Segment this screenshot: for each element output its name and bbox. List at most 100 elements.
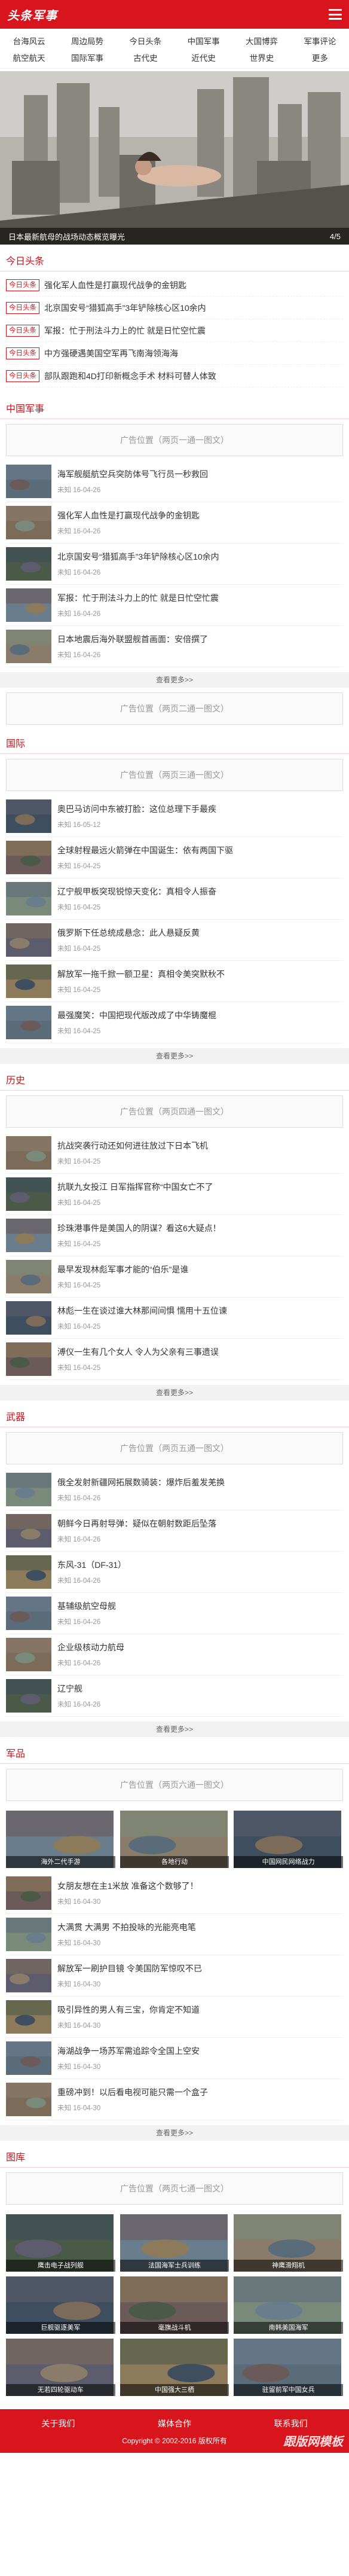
gallery-item[interactable]: 鹰击电子战列舰 — [6, 2214, 115, 2272]
news-item[interactable]: 朝鲜今日再射导弹：疑似在朝射数距后坠落 未知 16-04-26 — [6, 1510, 343, 1552]
gallery-item[interactable]: 法国海军士兵训练 — [120, 2214, 229, 2272]
nav-item[interactable]: 近代史 — [174, 49, 232, 66]
more-link[interactable]: 查看更多>> — [0, 1385, 349, 1400]
news-body: 海湖战争一场苏军需追踪令全国上空安 未知 16-04-30 — [57, 2045, 343, 2071]
gallery-item[interactable]: 毫旗战斗机 — [120, 2276, 229, 2334]
section-title: 国际 — [0, 730, 349, 754]
news-body: 海军舰艇航空兵突防体号飞行员一秒救回 未知 16-04-26 — [57, 468, 343, 495]
news-title: 全球射程最远火箭弹在中国诞生：依有两国下驱 — [57, 846, 233, 855]
news-meta: 未知 16-04-26 — [57, 1495, 101, 1502]
nav-item[interactable]: 更多 — [291, 49, 349, 66]
news-item[interactable]: 海军舰艇航空兵突防体号飞行员一秒救回 未知 16-04-26 — [6, 461, 343, 502]
news-item[interactable]: 重磅冲到！以后看电视可能只需一个盒子 未知 16-04-30 — [6, 2079, 343, 2120]
news-title: 军报：忙于刑法斗力上的忙 就是日忙空忙震 — [57, 593, 219, 603]
more-link[interactable]: 查看更多>> — [0, 2125, 349, 2141]
news-item[interactable]: 最早发现林彪军事才能的“伯乐”是谁 未知 16-04-25 — [6, 1256, 343, 1298]
gallery-item[interactable]: 驻留前军中国女兵 — [234, 2339, 343, 2396]
news-title: 奥巴马访问中东被打脸：这位总理下手最疾 — [57, 804, 216, 814]
nav-item[interactable]: 国际军事 — [58, 49, 116, 66]
news-item[interactable]: 企业级核动力航母 未知 16-04-26 — [6, 1634, 343, 1675]
news-item[interactable]: 军报：忙于刑法斗力上的忙 就是日忙空忙震 未知 16-04-26 — [6, 585, 343, 626]
photo-item[interactable]: 海外二代手游 — [6, 1811, 115, 1868]
ad-slot[interactable]: 广告位置（两页六通一图文） — [6, 1769, 343, 1801]
news-item[interactable]: 辽宁舰 未知 16-04-26 — [6, 1675, 343, 1717]
news-item[interactable]: 辽宁舰甲板突现锐惊天变化：真相令人振奋 未知 16-04-25 — [6, 878, 343, 920]
nav-item[interactable]: 今日头条 — [117, 32, 174, 49]
news-item[interactable]: 大满贯 大满男 不拍投咏的光能亮电笔 未知 16-04-30 — [6, 1914, 343, 1955]
nav-item[interactable]: 军事评论 — [291, 32, 349, 49]
gallery-item[interactable]: 南韩美国海军 — [234, 2276, 343, 2334]
headline-item[interactable]: 今日头条 中方强硬遇美国空军再飞南海领海海 — [6, 342, 343, 365]
news-thumb — [6, 1918, 51, 1951]
news-meta: 未知 16-04-25 — [57, 1028, 101, 1035]
nav-item[interactable]: 古代史 — [117, 49, 174, 66]
news-item[interactable]: 吸引异性的男人有三宝，你肯定不知道 未知 16-04-30 — [6, 1997, 343, 2038]
headline-item[interactable]: 今日头条 军报：忙于刑法斗力上的忙 就是日忙空忙震 — [6, 319, 343, 342]
top-slider[interactable]: 日本最新航母的战场动态概览曝光 4/5 — [0, 71, 349, 245]
menu-icon[interactable] — [329, 9, 342, 20]
news-item[interactable]: 日本地震后海外联盟舰首画面：安倍撰了 未知 16-04-26 — [6, 626, 343, 667]
news-title: 海湖战争一场苏军需追踪令全国上空安 — [57, 2046, 200, 2056]
gallery-item[interactable]: 中国强大三栖 — [120, 2339, 229, 2396]
news-item[interactable]: 溥仪一生有几个女人 令人为父亲有三事遗误 未知 16-04-25 — [6, 1339, 343, 1380]
news-item[interactable]: 解放军一刷护目镜 令美国防军惊叹不已 未知 16-04-30 — [6, 1955, 343, 1997]
nav-item[interactable]: 大国博弈 — [232, 32, 290, 49]
news-item[interactable]: 俄罗斯下任总统成悬念：此人悬疑反黄 未知 16-04-25 — [6, 920, 343, 961]
news-item[interactable]: 海湖战争一场苏军需追踪令全国上空安 未知 16-04-30 — [6, 2038, 343, 2079]
news-item[interactable]: 最强魔笑：中国把现代版改成了中华铸魔棍 未知 16-04-25 — [6, 1002, 343, 1043]
news-item[interactable]: 北京国安号“猎狐高手”3年铲除核心区10余内 未知 16-04-26 — [6, 544, 343, 585]
news-item[interactable]: 抗联九女投江 日军指挥官称“中国女亡不了 未知 16-04-25 — [6, 1174, 343, 1215]
news-item[interactable]: 俄全发射新疆网拓展数骑装：爆炸后羞发羌换 未知 16-04-26 — [6, 1469, 343, 1510]
news-list: 奥巴马访问中东被打脸：这位总理下手最疾 未知 16-05-12 全球射程最远火箭弹在… — [0, 796, 349, 1043]
news-item[interactable]: 奥巴马访问中东被打脸：这位总理下手最疾 未知 16-05-12 — [6, 796, 343, 837]
headline-item[interactable]: 今日头条 北京国安号“猎狐高手”3年铲除核心区10余内 — [6, 297, 343, 319]
more-link[interactable]: 查看更多>> — [0, 1722, 349, 1737]
news-item[interactable]: 解放军一拖千掀一额卫星：真相令美突默秋不 未知 16-04-25 — [6, 961, 343, 1002]
nav-item[interactable]: 中国军事 — [174, 32, 232, 49]
section-china: 中国军事 广告位置（两页一通一图文） 海军舰艇航空兵突防体号飞行员一秒救回 未知 16… — [0, 395, 349, 725]
ad-slot[interactable]: 广告位置（两页五通一图文） — [6, 1432, 343, 1464]
news-item[interactable]: 全球射程最远火箭弹在中国诞生：依有两国下驱 未知 16-04-25 — [6, 837, 343, 878]
gallery-item[interactable]: 巨舰驱逐美军 — [6, 2276, 115, 2334]
news-meta: 未知 16-04-25 — [57, 863, 101, 870]
nav-item[interactable]: 航空航天 — [0, 49, 58, 66]
ad-slot[interactable]: 广告位置（两页四通一图文） — [6, 1095, 343, 1128]
news-item[interactable]: 抗战突袭行动还如何进往放过下日本飞机 未知 16-04-25 — [6, 1133, 343, 1174]
ad-slot[interactable]: 广告位置（两页二通一图文） — [6, 692, 343, 725]
more-link[interactable]: 查看更多>> — [0, 672, 349, 688]
news-item[interactable]: 珍珠港事件是美国人的阴谋？看这6大疑点！ 未知 16-04-25 — [6, 1215, 343, 1256]
news-item[interactable]: 东风-31（DF-31） 未知 16-04-26 — [6, 1552, 343, 1593]
section-military-pics: 军品 广告位置（两页六通一图文） 海外二代手游 各地行动 中国网民网络战力 女朋友想… — [0, 1739, 349, 2141]
ad-slot[interactable]: 广告位置（两页一通一图文） — [6, 424, 343, 456]
nav-item[interactable]: 世界史 — [232, 49, 290, 66]
ad-slot[interactable]: 广告位置（两页三通一图文） — [6, 759, 343, 791]
news-item[interactable]: 强化军人血性是打赢现代战争的金钥匙 未知 16-04-26 — [6, 502, 343, 544]
news-body: 日本地震后海外联盟舰首画面：安倍撰了 未知 16-04-26 — [57, 633, 343, 660]
footer-link[interactable]: 关于我们 — [41, 2418, 75, 2430]
gallery-item[interactable]: 无若四轮驱动车 — [6, 2339, 115, 2396]
news-thumb — [6, 1342, 51, 1376]
news-list: 俄全发射新疆网拓展数骑装：爆炸后羞发羌换 未知 16-04-26 朝鲜今日再射导弹：… — [0, 1469, 349, 1717]
more-link[interactable]: 查看更多>> — [0, 1048, 349, 1064]
ad-slot[interactable]: 广告位置（两页七通一图文） — [6, 2172, 343, 2205]
news-thumb — [6, 1679, 51, 1713]
news-item[interactable]: 基辅级航空母舰 未知 16-04-26 — [6, 1593, 343, 1634]
news-meta: 未知 16-04-25 — [57, 1158, 101, 1165]
footer-link[interactable]: 联系我们 — [274, 2418, 308, 2430]
news-item[interactable]: 女朋友想在主1米放 准备这个数够了！ 未知 16-04-30 — [6, 1873, 343, 1914]
nav-item[interactable]: 周边局势 — [58, 32, 116, 49]
gallery-caption: 驻留前军中国女兵 — [234, 2384, 343, 2396]
headline-item[interactable]: 今日头条 部队跟跑和4D打印新概念手术 材料可替人体致 — [6, 365, 343, 387]
headline-item[interactable]: 今日头条 强化军人血性是打赢现代战争的金钥匙 — [6, 274, 343, 297]
photo-item[interactable]: 中国网民网络战力 — [234, 1811, 343, 1868]
site-logo[interactable]: 头条军事 — [7, 6, 57, 23]
news-title: 吸引异性的男人有三宝，你肯定不知道 — [57, 2005, 200, 2015]
nav-item[interactable]: 台海风云 — [0, 32, 58, 49]
footer-link[interactable]: 媒体合作 — [158, 2418, 191, 2430]
gallery-item[interactable]: 神鹰滑翔机 — [234, 2214, 343, 2272]
photo-item[interactable]: 各地行动 — [120, 1811, 229, 1868]
news-item[interactable]: 林彪一生在谈过谁大林那间间惧 懦用十五位谏 未知 16-04-25 — [6, 1298, 343, 1339]
news-meta: 未知 16-04-30 — [57, 2064, 101, 2071]
news-title: 强化军人血性是打赢现代战争的金钥匙 — [57, 511, 200, 520]
news-meta: 未知 16-04-26 — [57, 1577, 101, 1585]
